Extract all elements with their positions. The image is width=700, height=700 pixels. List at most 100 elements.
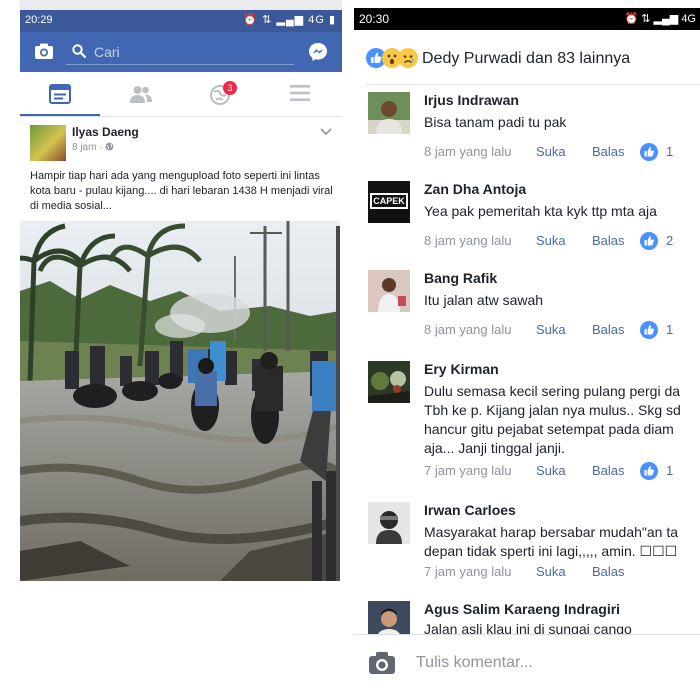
comment-author[interactable]: Irjus Indrawan: [424, 92, 519, 108]
like-reaction-icon: [640, 143, 658, 161]
post-text: Hampir tiap hari ada yang mengupload fot…: [30, 170, 333, 212]
navigation-tabs: 3: [20, 72, 342, 117]
comment-author[interactable]: Irwan Carloes: [424, 502, 516, 518]
comment-line: depan tidak sperti ini lagi,,,,, amin. ☐…: [424, 543, 678, 559]
comment-time: 8 jam yang lalu: [424, 322, 512, 337]
tab-notifications[interactable]: [180, 72, 260, 116]
avatar-text: CAPEK: [370, 193, 408, 209]
news-feed-icon: [49, 84, 71, 104]
comment-line: Tbh ke p. Kijang jalan nya mulus.. Skg s…: [424, 402, 681, 418]
comment-author[interactable]: Zan Dha Antoja: [424, 181, 526, 197]
camera-icon[interactable]: [34, 43, 54, 65]
comment-line: Yea pak pemeritah kta kyk ttp mta aja: [424, 203, 657, 219]
status-icons: ⏰ ⇅ ▂▄▆ 4G: [624, 13, 696, 25]
reactors-text: Dedy Purwadi dan 83 lainnya: [422, 50, 631, 67]
avatar[interactable]: [368, 601, 410, 634]
comment-author[interactable]: Ery Kirman: [424, 361, 499, 377]
like-count[interactable]: 1: [666, 322, 673, 337]
like-count[interactable]: 2: [666, 233, 673, 248]
comment-line: Jalan asli klau ini di sungai cango: [424, 621, 632, 634]
comment-text: Itu jalan atw sawah: [424, 291, 700, 310]
post-photo[interactable]: [20, 221, 340, 581]
comment-text: Bisa tanam padi tu pak: [424, 113, 700, 132]
like-reaction-icon: [640, 462, 658, 480]
like-button[interactable]: Suka: [536, 144, 566, 159]
like-count[interactable]: 1: [666, 463, 673, 478]
status-time: 20:30: [359, 12, 390, 26]
menu-icon: [290, 85, 310, 101]
comment-author[interactable]: Agus Salim Karaeng Indragiri: [424, 601, 620, 617]
feed-post: Ilyas Daeng 8 jam · Hampir tiap hari ada…: [20, 117, 342, 582]
avatar[interactable]: CAPEK: [368, 181, 410, 223]
comment-input[interactable]: [414, 651, 678, 675]
reply-button[interactable]: Balas: [592, 564, 625, 579]
left-screenshot: 20:29 ⏰ ⇅ ▂▄▆ 4G ▮ 3: [20, 0, 342, 582]
search-icon: [72, 44, 87, 63]
reply-button[interactable]: Balas: [592, 144, 625, 159]
tab-news-feed[interactable]: [20, 72, 100, 116]
avatar[interactable]: [368, 502, 410, 544]
comment-author[interactable]: Bang Rafik: [424, 270, 497, 286]
comment-time: 8 jam yang lalu: [424, 233, 512, 248]
comment-line: aja... Janji tinggal janji.: [424, 440, 565, 456]
like-count[interactable]: 1: [666, 144, 673, 159]
status-bar: 20:30 ⏰ ⇅ ▂▄▆ 4G: [354, 8, 700, 30]
comment-item: Bang Rafik Itu jalan atw sawah 8 jam yan…: [354, 270, 700, 350]
comment-line: Masyarakat harap bersabar mudah"an ta: [424, 524, 679, 540]
comment-line: Dulu semasa kecil sering pulang pergi da: [424, 383, 681, 399]
like-button[interactable]: Suka: [536, 564, 566, 579]
comment-text: Jalan asli klau ini di sungai cango: [424, 620, 700, 634]
reply-button[interactable]: Balas: [592, 463, 625, 478]
comment-item: Agus Salim Karaeng Indragiri Jalan asli …: [354, 601, 700, 634]
network-label: 4G: [308, 14, 325, 26]
comment-line: hancur gitu pejabat setempat pada diam: [424, 421, 674, 437]
comment-actions: 8 jam yang lalu Suka Balas 1: [424, 321, 700, 340]
search-input[interactable]: [92, 41, 286, 63]
avatar[interactable]: [368, 92, 410, 134]
sad-reaction-icon: [398, 48, 418, 68]
avatar[interactable]: [30, 125, 66, 161]
chevron-down-icon[interactable]: [320, 123, 332, 141]
like-reaction-icon: [640, 321, 658, 339]
reply-button[interactable]: Balas: [592, 233, 625, 248]
comment-line: Bisa tanam padi tu pak: [424, 114, 567, 130]
comment-actions: 8 jam yang lalu Suka Balas 2: [424, 232, 700, 251]
tab-friends[interactable]: [100, 72, 180, 116]
divider: [366, 84, 700, 85]
camera-icon[interactable]: [368, 651, 396, 680]
comment-time: 7 jam yang lalu: [424, 564, 512, 579]
like-reaction-icon: [640, 232, 658, 250]
globe-icon: [105, 142, 114, 151]
comment-item: Irjus Indrawan Bisa tanam padi tu pak 8 …: [354, 92, 700, 172]
comment-actions: 7 jam yang lalu Suka Balas: [424, 564, 700, 582]
status-bar: 20:29 ⏰ ⇅ ▂▄▆ 4G ▮: [20, 10, 342, 32]
comment-line: Itu jalan atw sawah: [424, 292, 544, 308]
right-screenshot: 20:30 ⏰ ⇅ ▂▄▆ 4G Dedy Purwadi dan 83 lai…: [354, 0, 700, 700]
comment-text: Dulu semasa kecil sering pulang pergi da…: [424, 382, 700, 458]
comment-actions: 7 jam yang lalu Suka Balas 1: [424, 462, 700, 481]
reply-button[interactable]: Balas: [592, 322, 625, 337]
like-button[interactable]: Suka: [536, 233, 566, 248]
comment-composer: [354, 634, 700, 691]
post-meta: 8 jam ·: [72, 142, 114, 153]
avatar[interactable]: [368, 361, 410, 403]
comment-item: Ery Kirman Dulu semasa kecil sering pula…: [354, 361, 700, 491]
avatar[interactable]: [368, 270, 410, 312]
top-bar: [20, 32, 342, 72]
search-bar[interactable]: [66, 39, 294, 65]
network-label: 4G: [681, 13, 696, 25]
post-time: 8 jam: [72, 142, 97, 153]
comment-item: CAPEK Zan Dha Antoja Yea pak pemeritah k…: [354, 181, 700, 261]
tab-menu[interactable]: [260, 72, 340, 116]
comment-text: Yea pak pemeritah kta kyk ttp mta aja: [424, 202, 700, 221]
messenger-icon[interactable]: [308, 42, 328, 67]
friends-icon: [130, 86, 152, 103]
like-button[interactable]: Suka: [536, 463, 566, 478]
post-author[interactable]: Ilyas Daeng: [72, 125, 139, 139]
status-icons: ⏰ ⇅ ▂▄▆ 4G ▮: [243, 14, 336, 26]
status-time: 20:29: [25, 14, 53, 26]
notification-badge: 3: [223, 81, 237, 95]
like-button[interactable]: Suka: [536, 322, 566, 337]
comment-item: Irwan Carloes Masyarakat harap bersabar …: [354, 502, 700, 592]
comment-actions: 8 jam yang lalu Suka Balas 1: [424, 143, 700, 162]
